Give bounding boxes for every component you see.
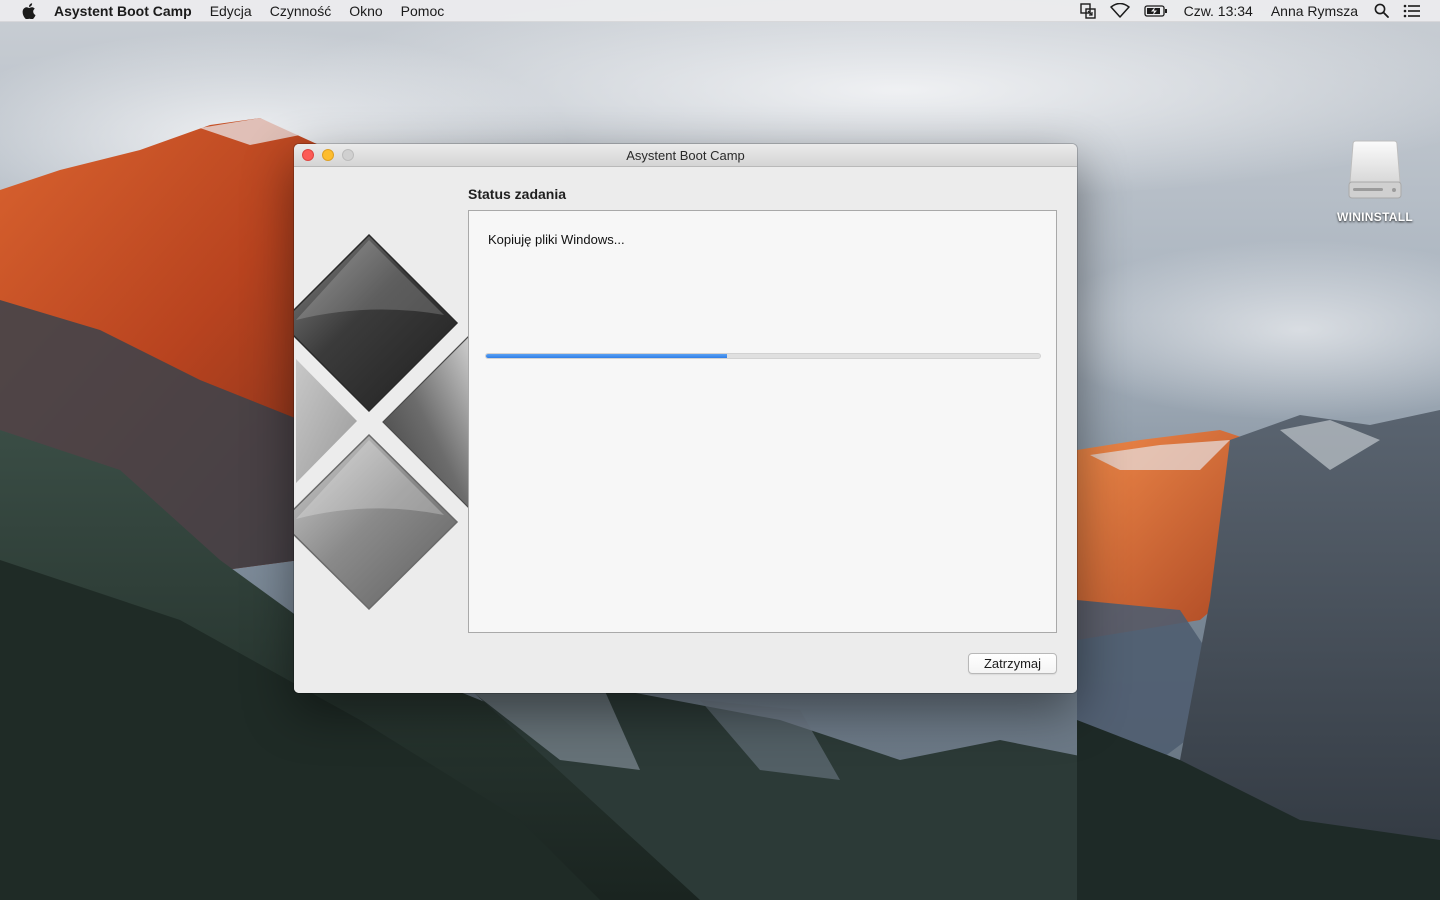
menu-bar-status-area: Czw. 13:34 Anna Rymsza (1073, 0, 1440, 22)
boot-camp-window: Asystent Boot Camp Status zadania Kopiuj… (294, 144, 1077, 693)
window-zoom-button (342, 149, 354, 161)
menu-edit[interactable]: Edycja (201, 0, 261, 22)
menu-help[interactable]: Pomoc (392, 0, 454, 22)
task-status-heading: Status zadania (468, 186, 567, 202)
notification-center-icon[interactable] (1403, 0, 1421, 22)
menu-app-name[interactable]: Asystent Boot Camp (54, 0, 201, 22)
external-drive-icon (1345, 140, 1405, 204)
progress-bar (485, 353, 1041, 359)
menu-user-name[interactable]: Anna Rymsza (1262, 0, 1367, 22)
menu-bar: Asystent Boot Camp Edycja Czynność Okno … (0, 0, 1440, 22)
window-close-button[interactable] (302, 149, 314, 161)
window-titlebar[interactable]: Asystent Boot Camp (294, 144, 1077, 167)
progress-bar-fill (486, 354, 727, 358)
menu-action[interactable]: Czynność (261, 0, 340, 22)
battery-charging-icon[interactable] (1143, 0, 1168, 22)
status-panel: Kopiuję pliki Windows... (468, 210, 1057, 633)
drive-label: WININSTALL (1336, 210, 1414, 224)
desktop-drive-wininstall[interactable]: WININSTALL (1326, 140, 1424, 240)
display-mirroring-icon[interactable] (1079, 0, 1096, 22)
status-message: Kopiuję pliki Windows... (488, 232, 625, 247)
menu-clock[interactable]: Czw. 13:34 (1175, 0, 1262, 22)
apple-icon[interactable] (18, 0, 40, 22)
wifi-icon[interactable] (1109, 0, 1130, 22)
window-title: Asystent Boot Camp (626, 148, 745, 163)
menu-window[interactable]: Okno (340, 0, 391, 22)
window-minimize-button[interactable] (322, 149, 334, 161)
window-content: Status zadania Kopiuję pliki Windows... … (294, 167, 1077, 693)
stop-button[interactable]: Zatrzymaj (968, 653, 1057, 674)
spotlight-search-icon[interactable] (1374, 0, 1389, 22)
